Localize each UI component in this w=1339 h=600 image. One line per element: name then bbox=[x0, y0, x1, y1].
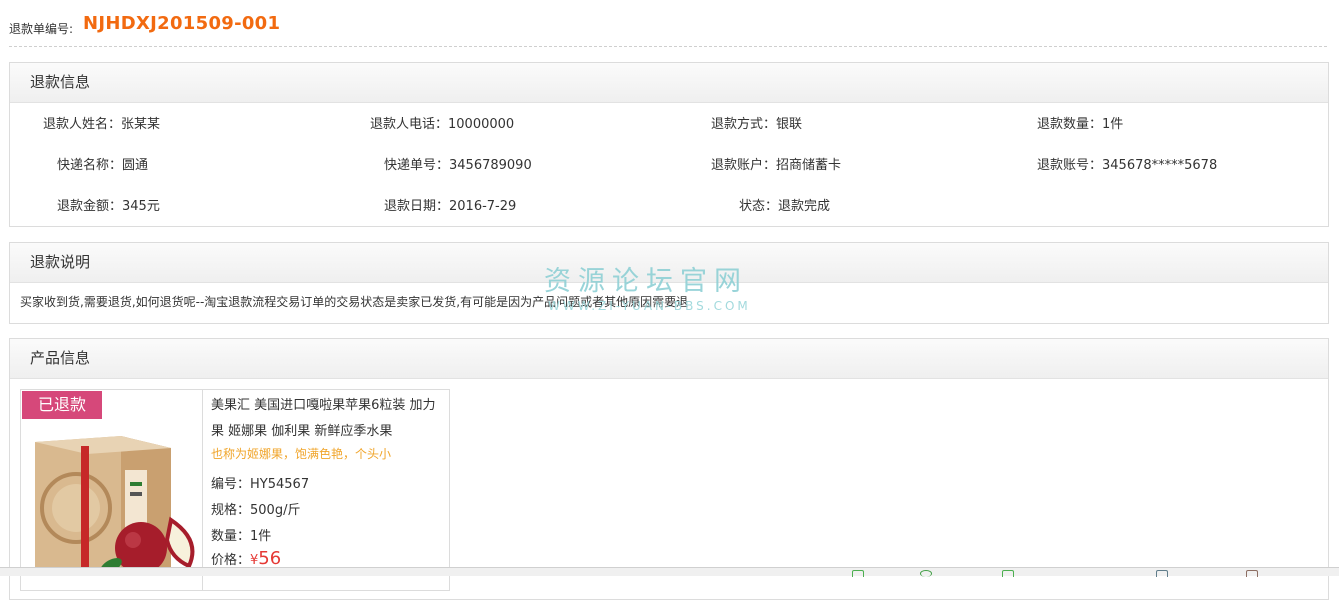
field-value: 1件 bbox=[1102, 117, 1124, 132]
refund-number-label: 退款单编号: bbox=[9, 22, 74, 36]
product-details: 美果汇 美国进口嘎啦果苹果6粒装 加力果 姬娜果 伽利果 新鲜应季水果 也称为姬… bbox=[202, 390, 449, 590]
refund-date-field: 退款日期：2016-7-29 bbox=[384, 195, 516, 214]
refunded-badge: 已退款 bbox=[22, 391, 102, 419]
field-value: 圆通 bbox=[122, 158, 149, 173]
product-card[interactable]: 已退款 美果汇 美国进口嘎啦果苹果6粒装 加力果 姬娜果 伽利果 新鲜应季水果 … bbox=[20, 389, 450, 591]
product-name[interactable]: 美果汇 美国进口嘎啦果苹果6粒装 加力果 姬娜果 伽利果 新鲜应季水果 bbox=[211, 393, 443, 445]
field-value: 3456789090 bbox=[449, 158, 532, 173]
field-value: 345678*****5678 bbox=[1102, 158, 1218, 173]
refund-account-number-field: 退款账号：345678*****5678 bbox=[1037, 154, 1217, 173]
field-label: 退款账户： bbox=[711, 158, 777, 173]
status-icon bbox=[1002, 570, 1014, 577]
status-icon bbox=[1246, 570, 1258, 577]
field-value: 张某某 bbox=[121, 117, 161, 132]
courier-name-field: 快递名称：圆通 bbox=[57, 154, 148, 173]
refund-method-field: 退款方式：银联 bbox=[711, 113, 802, 132]
field-label: 退款日期： bbox=[384, 199, 450, 214]
product-spec-row: 规格：500g/斤 bbox=[211, 499, 300, 518]
product-quantity: 1件 bbox=[250, 529, 272, 544]
field-value: 退款完成 bbox=[778, 199, 831, 214]
status-icon bbox=[1156, 570, 1168, 577]
product-price-row: 价格：¥56 bbox=[211, 548, 281, 569]
product-price: 56 bbox=[258, 548, 282, 569]
field-value: 10000000 bbox=[448, 117, 515, 132]
refund-quantity-field: 退款数量：1件 bbox=[1037, 113, 1123, 132]
product-info-title: 产品信息 bbox=[10, 339, 1328, 379]
product-code-label: 编号： bbox=[211, 477, 251, 492]
field-value: 招商储蓄卡 bbox=[776, 158, 842, 173]
product-spec: 500g/斤 bbox=[250, 503, 301, 518]
field-label: 退款金额： bbox=[57, 199, 123, 214]
refund-phone-field: 退款人电话：10000000 bbox=[370, 113, 514, 132]
product-subtitle: 也称为姬娜果，饱满色艳，个头小 bbox=[211, 447, 392, 461]
field-value: 2016-7-29 bbox=[449, 199, 517, 214]
tracking-number-field: 快递单号：3456789090 bbox=[384, 154, 532, 173]
status-icon bbox=[852, 570, 864, 577]
refund-account-field: 退款账户：招商储蓄卡 bbox=[711, 154, 841, 173]
product-quantity-row: 数量：1件 bbox=[211, 525, 271, 544]
product-info-panel: 产品信息 已退款 美果汇 美国进口嘎啦果苹果6粒装 加力果 姬娜果 伽利果 新鲜… bbox=[9, 338, 1329, 600]
field-label: 退款人电话： bbox=[370, 117, 449, 132]
field-label: 退款人姓名： bbox=[43, 117, 122, 132]
product-code: HY54567 bbox=[250, 477, 310, 492]
field-label: 快递单号： bbox=[384, 158, 450, 173]
refund-name-field: 退款人姓名：张某某 bbox=[43, 113, 160, 132]
field-label: 状态： bbox=[739, 199, 779, 214]
watermark-title: 资源论坛官网 bbox=[544, 266, 748, 297]
field-value: 345元 bbox=[122, 199, 160, 214]
refund-info-title: 退款信息 bbox=[10, 63, 1328, 103]
product-code-row: 编号：HY54567 bbox=[211, 473, 309, 492]
refund-status-field: 状态：退款完成 bbox=[739, 195, 830, 214]
refund-amount-field: 退款金额：345元 bbox=[57, 195, 160, 214]
product-price-label: 价格： bbox=[211, 553, 251, 568]
status-icon bbox=[920, 570, 932, 577]
product-spec-label: 规格： bbox=[211, 503, 251, 518]
refund-number: NJHDXJ201509-001 bbox=[83, 13, 281, 34]
field-value: 银联 bbox=[776, 117, 803, 132]
watermark-url: WWW.ZI-YUAN-BBS.COM bbox=[548, 299, 751, 313]
product-quantity-label: 数量： bbox=[211, 529, 251, 544]
field-label: 退款方式： bbox=[711, 117, 777, 132]
refund-header: 退款单编号: NJHDXJ201509-001 bbox=[9, 10, 1327, 47]
field-label: 退款账号： bbox=[1037, 158, 1103, 173]
apple-gift-box-image bbox=[35, 436, 195, 574]
product-image[interactable]: 已退款 bbox=[21, 390, 201, 590]
field-label: 退款数量： bbox=[1037, 117, 1103, 132]
refund-info-panel: 退款信息 退款人姓名：张某某 退款人电话：10000000 退款方式：银联 退款… bbox=[9, 62, 1329, 227]
field-label: 快递名称： bbox=[57, 158, 123, 173]
